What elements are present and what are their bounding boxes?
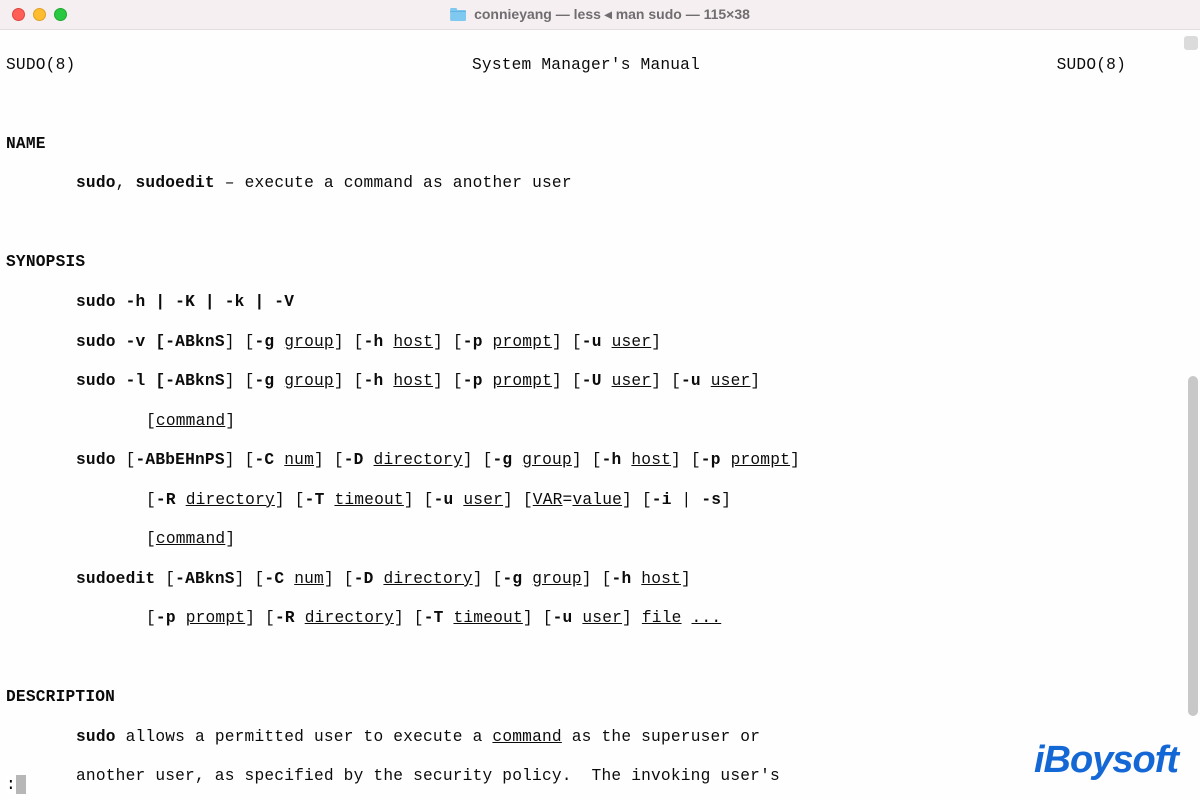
section-synopsis-header: SYNOPSIS [6,253,85,271]
window-titlebar: connieyang — less ◂ man sudo — 115×38 [0,0,1200,30]
scrollbar-corner [1184,36,1198,50]
desc-p1-l1: sudo allows a permitted user to execute … [6,728,1192,748]
cursor-icon [16,775,26,794]
maximize-window-button[interactable] [54,8,67,21]
terminal-viewport[interactable]: SUDO(8)System Manager's ManualSUDO(8) NA… [0,30,1200,800]
minimize-window-button[interactable] [33,8,46,21]
synopsis-line-4: sudo [-ABbEHnPS] [-C num] [-D directory]… [6,451,1192,471]
less-prompt-text: : [6,776,16,794]
synopsis-line-3: sudo -l [-ABknS] [-g group] [-h host] [-… [6,372,1192,392]
scrollbar-track[interactable] [1184,36,1198,794]
scrollbar-thumb[interactable] [1188,376,1198,716]
desc-p1-l2: another user, as specified by the securi… [6,767,1192,787]
synopsis-line-4b: [-R directory] [-T timeout] [-u user] [V… [6,491,1192,511]
synopsis-line-3b: [command] [6,412,1192,432]
traffic-lights [12,8,67,21]
synopsis-line-5: sudoedit [-ABknS] [-C num] [-D directory… [6,570,1192,590]
synopsis-line-5b: [-p prompt] [-R directory] [-T timeout] … [6,609,1192,629]
less-prompt[interactable]: : [6,775,26,794]
man-header-right: SUDO(8) [866,56,1166,76]
synopsis-line-2: sudo -v [-ABknS] [-g group] [-h host] [-… [6,333,1192,353]
name-line: sudo, sudoedit – execute a command as an… [6,174,1192,194]
section-name-header: NAME [6,135,46,153]
section-description-header: DESCRIPTION [6,688,115,706]
folder-icon [450,8,466,22]
man-header-center: System Manager's Manual [306,56,866,76]
close-window-button[interactable] [12,8,25,21]
man-header-left: SUDO(8) [6,56,306,76]
window-title: connieyang — less ◂ man sudo — 115×38 [450,6,750,23]
synopsis-line-1: sudo -h | -K | -k | -V [6,293,1192,313]
terminal-content: SUDO(8)System Manager's ManualSUDO(8) NA… [0,30,1200,800]
man-header-row: SUDO(8)System Manager's ManualSUDO(8) [6,56,1166,76]
window-title-text: connieyang — less ◂ man sudo — 115×38 [474,6,750,23]
synopsis-line-4c: [command] [6,530,1192,550]
